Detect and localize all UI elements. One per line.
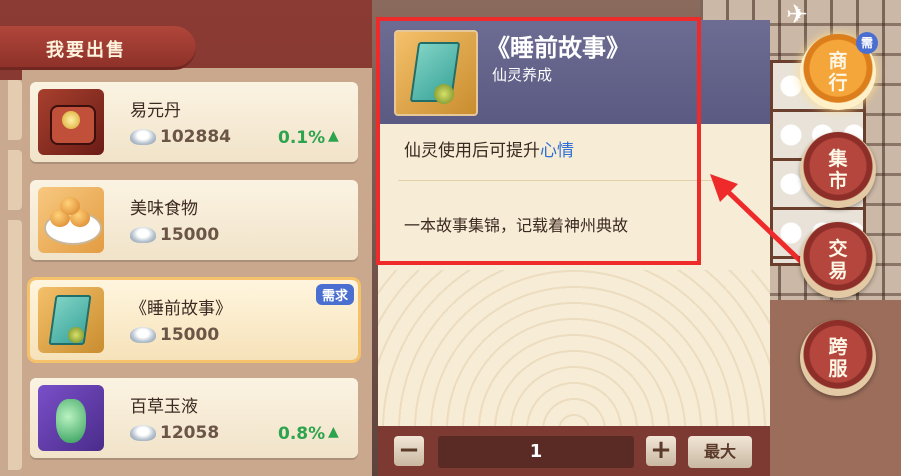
silver-ingot-icon bbox=[130, 227, 156, 243]
list-item[interactable]: 《睡前故事》 15000 需求 bbox=[27, 277, 361, 363]
item-name: 易元丹 bbox=[130, 101, 181, 121]
category-tab[interactable] bbox=[8, 150, 22, 210]
price-change: 0.8% bbox=[278, 424, 326, 444]
nav-trade-button[interactable]: 交易 bbox=[800, 222, 876, 298]
list-item[interactable]: 美味食物 15000 bbox=[30, 180, 358, 260]
price-value: 102884 bbox=[160, 127, 231, 147]
max-button[interactable]: 最大 bbox=[688, 436, 752, 468]
item-name: 百草玉液 bbox=[130, 397, 198, 417]
buns-plate-icon bbox=[38, 187, 104, 253]
item-name: 《睡前故事》 bbox=[130, 299, 232, 319]
quantity-input[interactable]: 1 bbox=[438, 436, 634, 468]
highlight-box bbox=[376, 17, 701, 265]
nav-market-button[interactable]: 集市 bbox=[800, 132, 876, 208]
sell-tab[interactable]: 我要出售 bbox=[0, 26, 196, 70]
trend-up-icon: ▲ bbox=[328, 128, 339, 144]
jade-vase-icon bbox=[38, 385, 104, 451]
item-price: 12058 bbox=[130, 423, 219, 443]
sell-tab-label: 我要出售 bbox=[46, 40, 126, 61]
elixir-box-icon bbox=[38, 89, 104, 155]
wave-pattern bbox=[378, 270, 770, 430]
item-price: 15000 bbox=[130, 325, 219, 345]
increase-button[interactable]: + bbox=[646, 436, 676, 466]
list-item[interactable]: 易元丹 102884 0.1% ▲ bbox=[30, 82, 358, 162]
price-value: 15000 bbox=[160, 325, 220, 345]
swallow-icon: ✈ bbox=[786, 0, 808, 30]
price-value: 12058 bbox=[160, 423, 220, 443]
price-change: 0.1% bbox=[278, 128, 326, 148]
demand-badge: 需 bbox=[856, 32, 878, 54]
silver-ingot-icon bbox=[130, 425, 156, 441]
item-price: 15000 bbox=[130, 225, 219, 245]
decrease-button[interactable]: − bbox=[394, 436, 424, 466]
nav-shop-button[interactable]: 商行 需 bbox=[800, 32, 878, 110]
category-edge bbox=[0, 80, 22, 476]
quantity-bar: − 1 + 最大 bbox=[378, 426, 770, 476]
item-name: 美味食物 bbox=[130, 199, 198, 219]
nav-cross-server-button[interactable]: 跨服 bbox=[800, 320, 876, 396]
silver-ingot-icon bbox=[130, 327, 156, 343]
category-tab[interactable] bbox=[8, 220, 22, 470]
item-price: 102884 bbox=[130, 127, 231, 147]
demand-badge: 需求 bbox=[315, 284, 354, 305]
storybook-icon bbox=[38, 287, 104, 353]
trend-up-icon: ▲ bbox=[328, 424, 339, 440]
silver-ingot-icon bbox=[130, 129, 156, 145]
price-value: 15000 bbox=[160, 225, 220, 245]
list-item[interactable]: 百草玉液 12058 0.8% ▲ bbox=[30, 378, 358, 458]
category-tab[interactable] bbox=[8, 80, 22, 140]
